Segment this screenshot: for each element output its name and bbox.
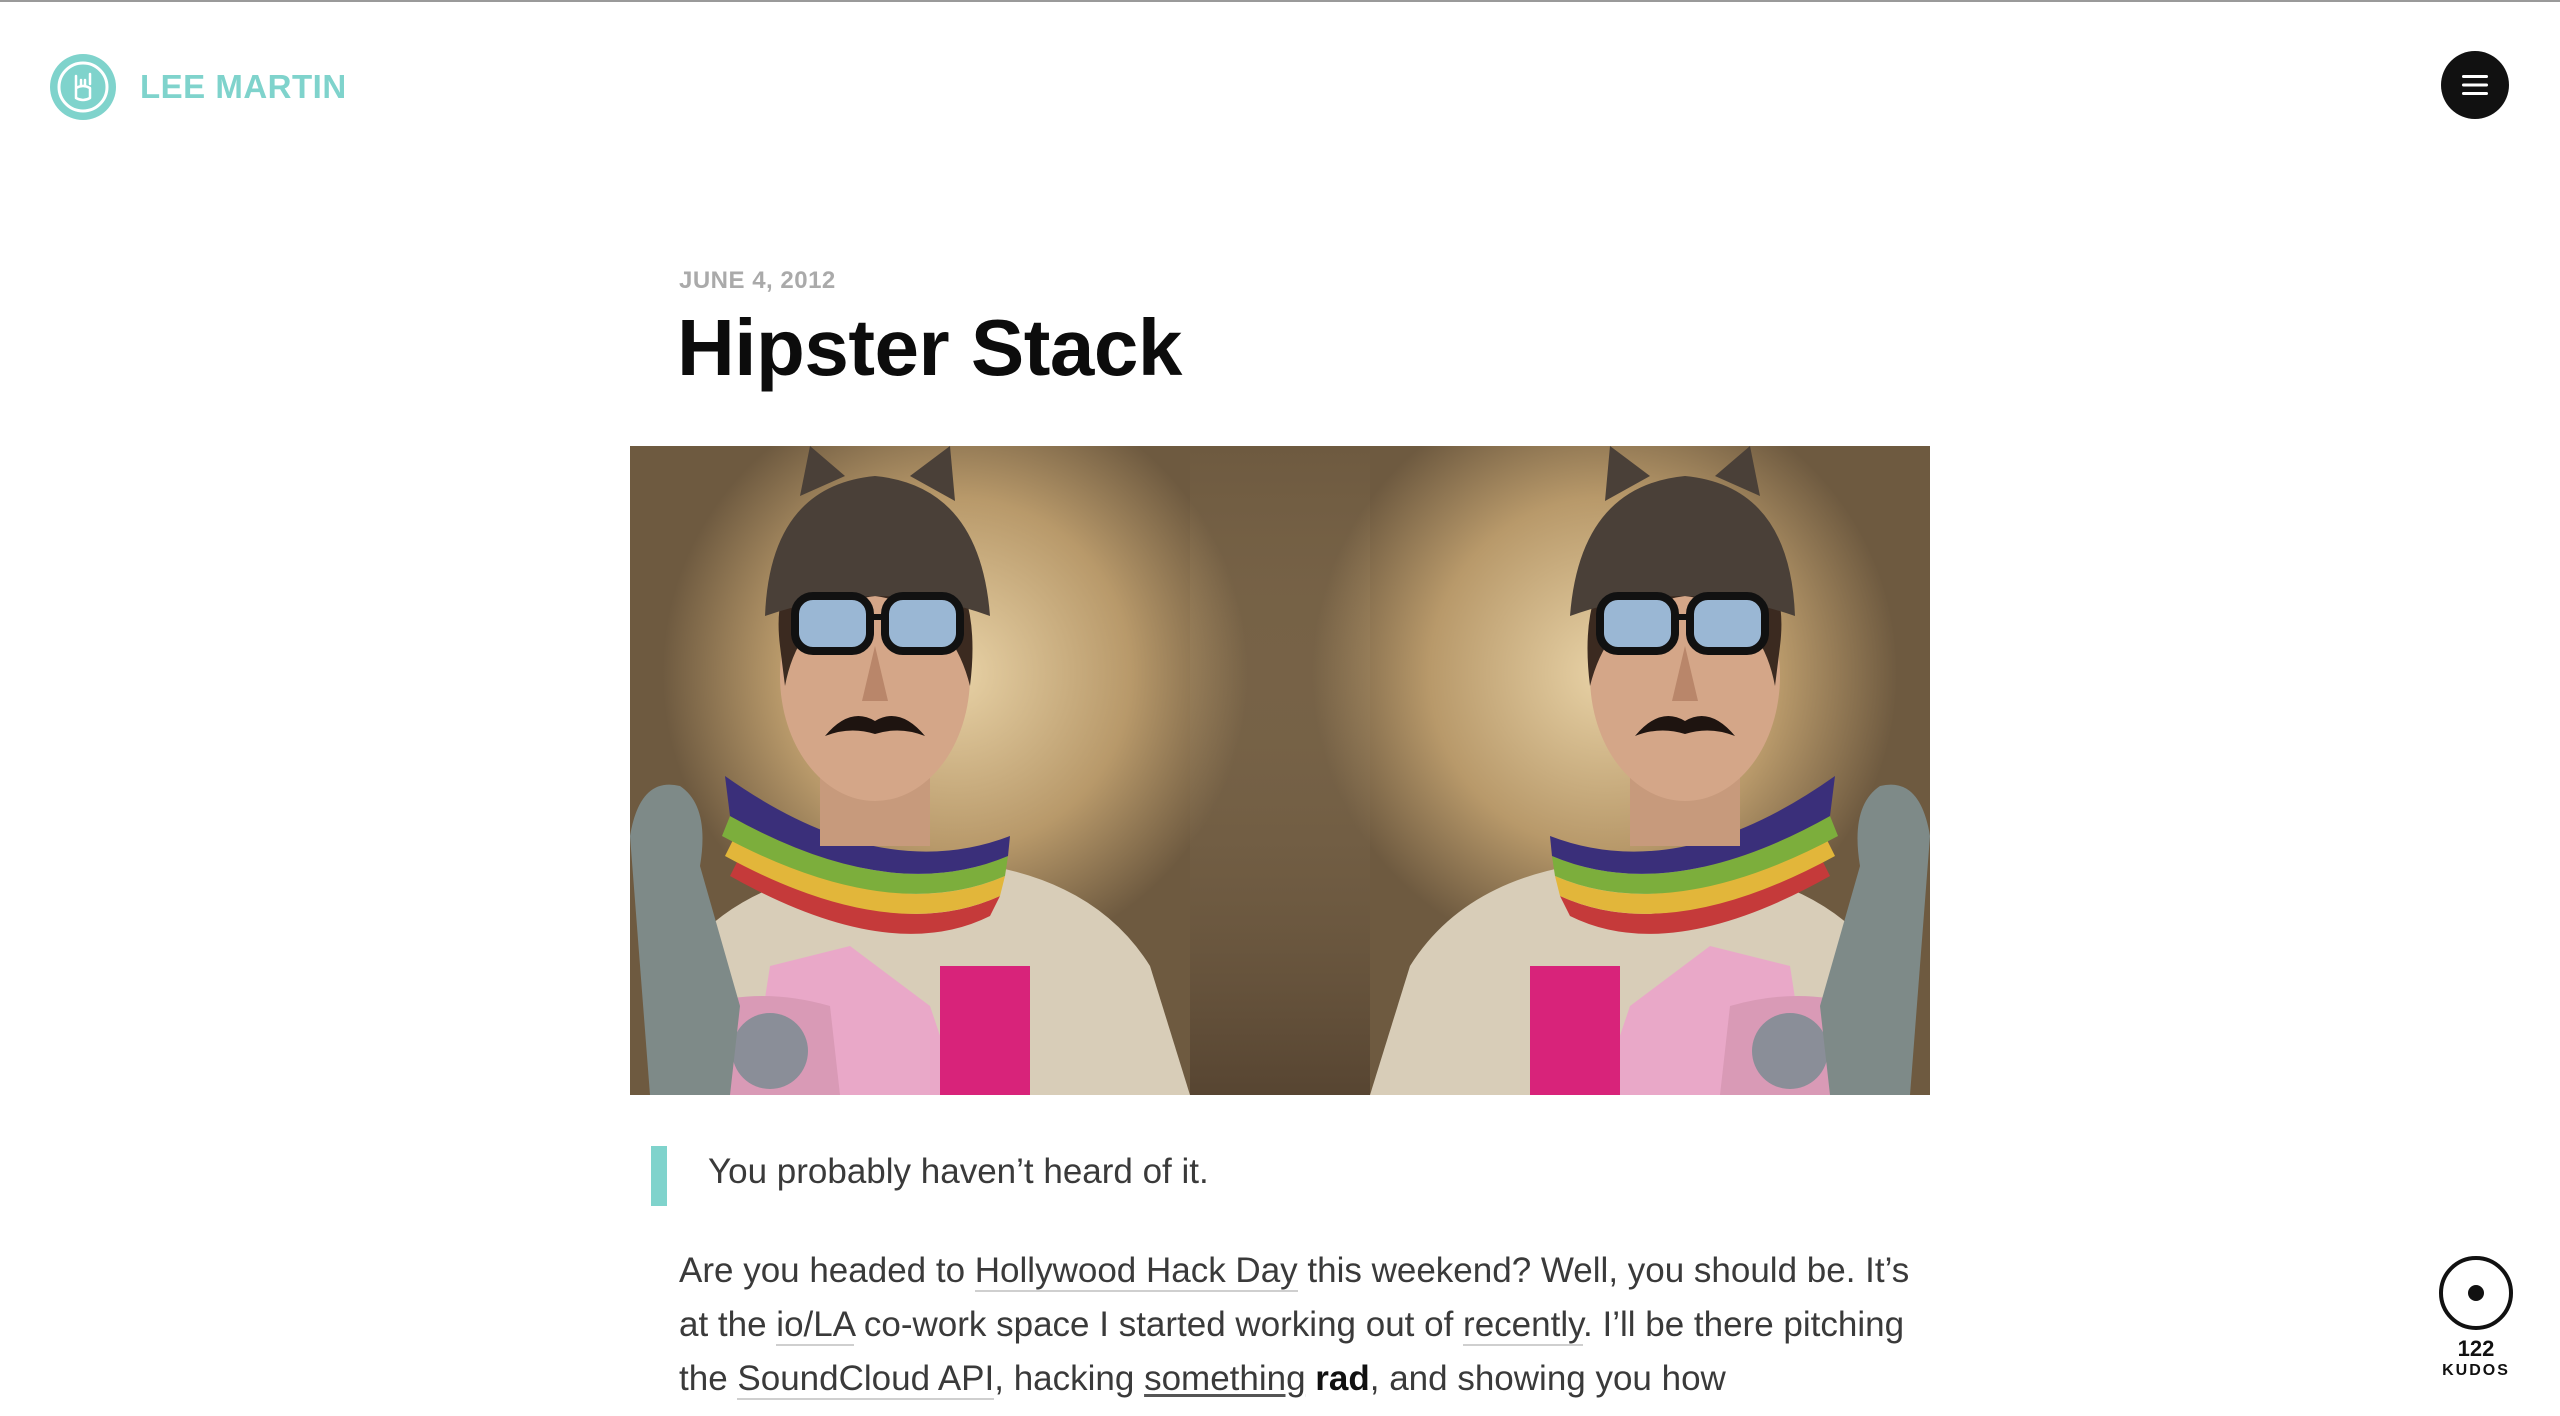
- brand-home-link[interactable]: LEE MARTIN: [48, 52, 347, 122]
- mirrored-portrait-photo: [630, 446, 1930, 1095]
- link-io-la[interactable]: io/LA: [776, 1305, 855, 1346]
- link-soundcloud-api[interactable]: SoundCloud API: [737, 1359, 995, 1400]
- link-recently[interactable]: recently: [1463, 1305, 1584, 1346]
- brand-name: LEE MARTIN: [140, 68, 347, 105]
- bold-rad: rad: [1315, 1359, 1370, 1398]
- hero-image: [630, 446, 1930, 1095]
- kudos-count: 122: [2457, 1336, 2495, 1361]
- menu-button[interactable]: [2441, 51, 2509, 119]
- body-text-segment: Are you headed to: [679, 1251, 975, 1290]
- hand-horns-icon: [50, 54, 116, 120]
- kudos-label: KUDOS: [2442, 1362, 2510, 1379]
- body-text-segment: [1306, 1359, 1316, 1398]
- body-text-segment: , and showing you how: [1369, 1359, 1726, 1398]
- body-text-segment: , hacking: [994, 1359, 1145, 1398]
- body-text-segment: co-work space I started working out of: [854, 1305, 1464, 1344]
- kudos-circle-icon: [2439, 1256, 2513, 1330]
- top-border: [0, 0, 2560, 2]
- post-title: Hipster Stack: [677, 303, 1182, 392]
- pullquote-accent-bar: [651, 1146, 667, 1206]
- link-hollywood-hack-day[interactable]: Hollywood Hack Day: [974, 1251, 1298, 1292]
- link-something[interactable]: something: [1144, 1359, 1305, 1398]
- kudos-button[interactable]: 122 KUDOS: [2433, 1255, 2519, 1381]
- post-date: JUNE 4, 2012: [679, 267, 836, 294]
- pullquote-text: You probably haven’t heard of it.: [708, 1152, 1209, 1191]
- post-body-paragraph: Are you headed to Hollywood Hack Day thi…: [679, 1244, 1919, 1406]
- pullquote: You probably haven’t heard of it.: [651, 1146, 1551, 1206]
- hamburger-menu-icon: [2462, 75, 2488, 95]
